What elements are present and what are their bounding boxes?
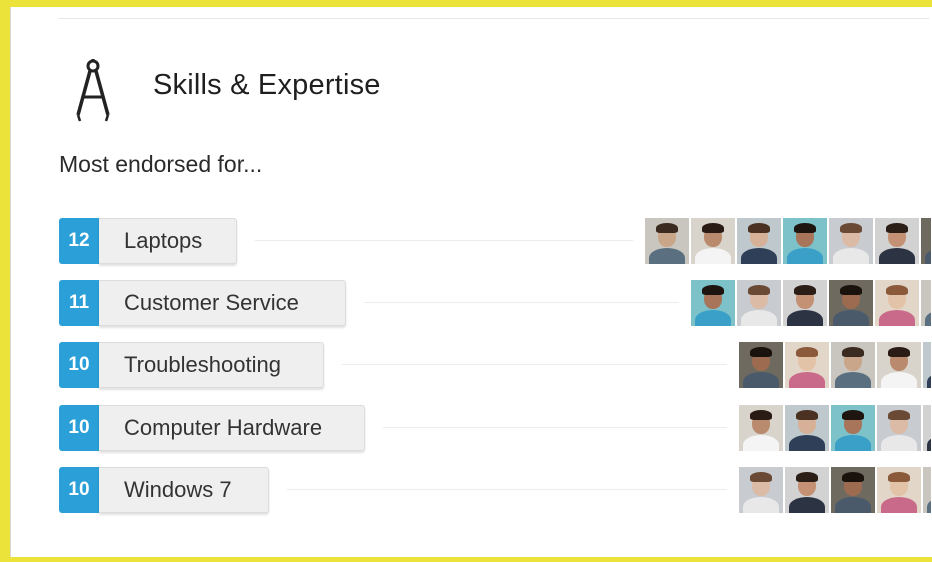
endorser-photos <box>739 467 931 513</box>
endorser-avatar[interactable] <box>831 405 875 451</box>
divider <box>59 18 929 19</box>
endorser-avatar[interactable] <box>921 218 931 264</box>
endorser-avatar[interactable] <box>921 280 931 326</box>
skill-name-pill[interactable]: Computer Hardware <box>99 405 365 451</box>
endorser-avatar[interactable] <box>785 467 829 513</box>
endorser-avatar[interactable] <box>923 467 931 513</box>
endorser-photos <box>739 405 931 451</box>
skill-row: 10 Troubleshooting <box>59 342 931 390</box>
endorser-avatar[interactable] <box>829 218 873 264</box>
endorser-avatar[interactable] <box>829 280 873 326</box>
skill-row: 11 Customer Service <box>59 280 931 328</box>
endorsement-count-badge[interactable]: 11 <box>59 280 99 326</box>
endorser-avatar[interactable] <box>739 467 783 513</box>
skill-name-pill[interactable]: Windows 7 <box>99 467 269 513</box>
endorser-avatar[interactable] <box>737 280 781 326</box>
endorser-avatar[interactable] <box>877 467 921 513</box>
endorsement-count-badge[interactable]: 10 <box>59 467 99 513</box>
endorser-avatar[interactable] <box>831 467 875 513</box>
endorser-avatar[interactable] <box>785 342 829 388</box>
connector-line <box>342 364 727 365</box>
drafting-compass-icon <box>76 59 110 122</box>
endorser-avatar[interactable] <box>739 342 783 388</box>
endorsement-count-badge[interactable]: 10 <box>59 342 99 388</box>
endorser-avatar[interactable] <box>831 342 875 388</box>
connector-line <box>383 427 727 428</box>
endorser-avatar[interactable] <box>877 342 921 388</box>
skills-card: Skills & Expertise Most endorsed for... … <box>10 7 932 557</box>
endorser-avatar[interactable] <box>785 405 829 451</box>
section-title: Skills & Expertise <box>153 69 381 101</box>
skill-name-pill[interactable]: Troubleshooting <box>99 342 324 388</box>
endorser-avatar[interactable] <box>923 405 931 451</box>
skill-name-pill[interactable]: Customer Service <box>99 280 346 326</box>
endorser-avatar[interactable] <box>877 405 921 451</box>
endorsement-count-badge[interactable]: 12 <box>59 218 99 264</box>
endorser-avatar[interactable] <box>739 405 783 451</box>
endorsement-count-badge[interactable]: 10 <box>59 405 99 451</box>
endorser-avatar[interactable] <box>783 218 827 264</box>
most-endorsed-heading: Most endorsed for... <box>59 151 263 177</box>
skill-name-pill[interactable]: Laptops <box>99 218 237 264</box>
endorser-avatar[interactable] <box>645 218 689 264</box>
connector-line <box>364 302 679 303</box>
endorser-avatar[interactable] <box>691 218 735 264</box>
endorser-photos <box>691 280 931 326</box>
endorser-avatar[interactable] <box>875 218 919 264</box>
endorser-avatar[interactable] <box>783 280 827 326</box>
endorser-photos <box>645 218 931 264</box>
connector-line <box>287 489 727 490</box>
connector-line <box>255 240 633 241</box>
endorser-photos <box>739 342 931 388</box>
endorser-avatar[interactable] <box>923 342 931 388</box>
endorser-avatar[interactable] <box>737 218 781 264</box>
skill-row: 12 Laptops <box>59 218 931 266</box>
skill-row: 10 Computer Hardware <box>59 405 931 453</box>
skill-row: 10 Windows 7 <box>59 467 931 515</box>
endorser-avatar[interactable] <box>875 280 919 326</box>
endorser-avatar[interactable] <box>691 280 735 326</box>
